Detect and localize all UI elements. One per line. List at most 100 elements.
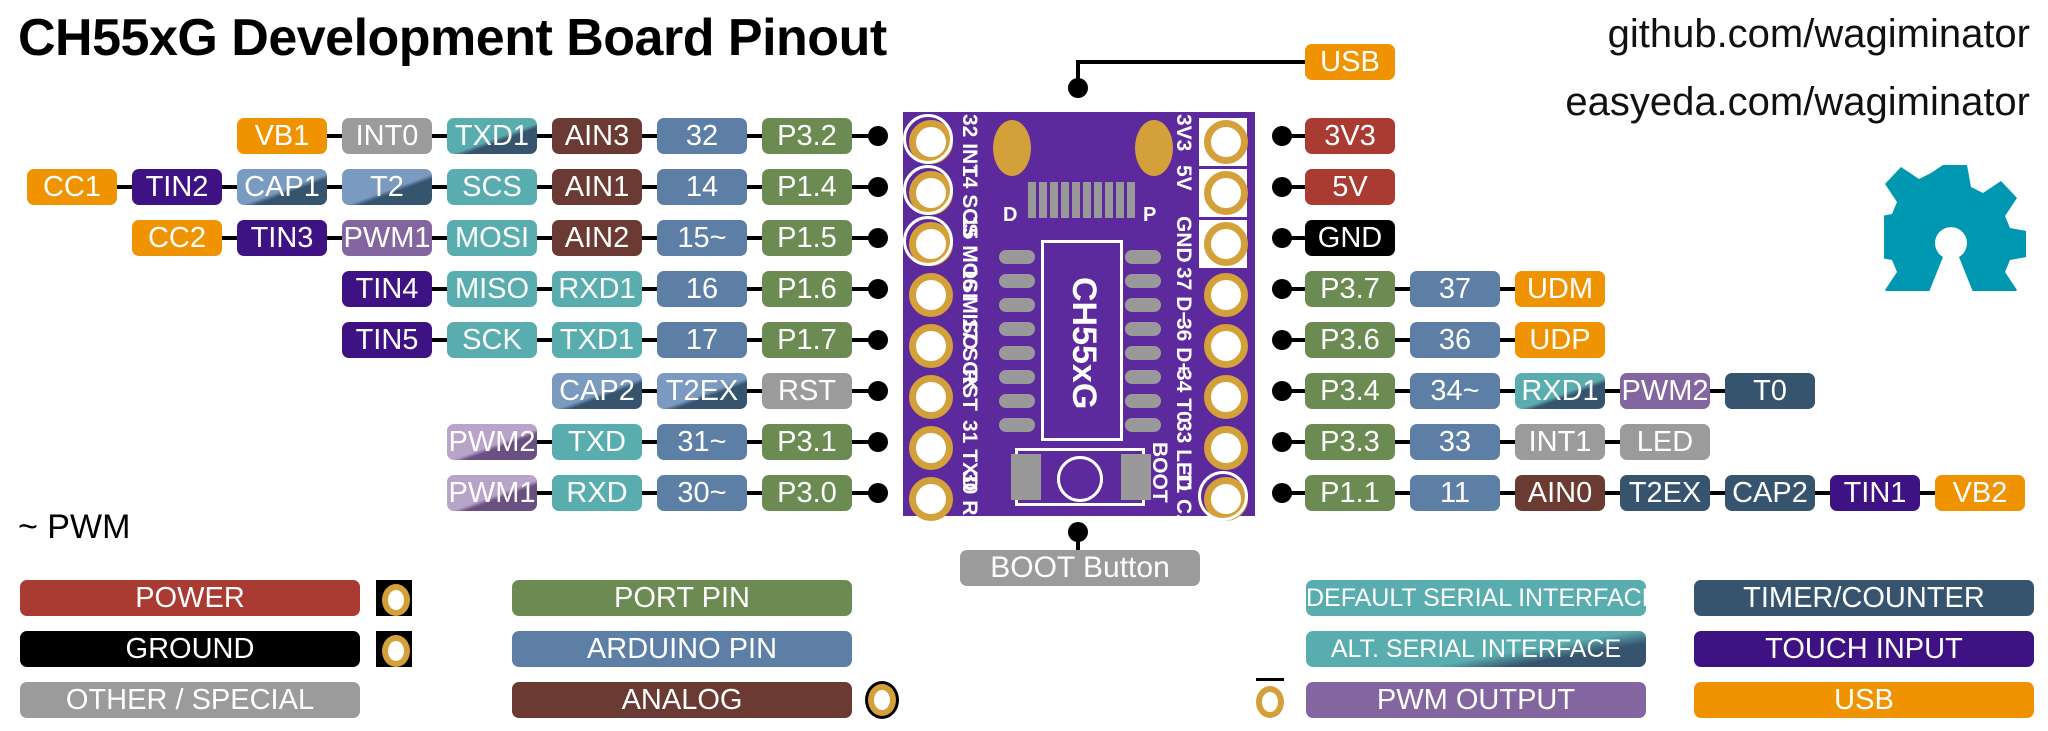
pin-label: TXD1 bbox=[552, 322, 642, 358]
legend-ground: GROUND bbox=[20, 631, 360, 667]
pad-left-6 bbox=[909, 426, 953, 470]
pin-label: 11 bbox=[1410, 475, 1500, 511]
page-title: CH55xG Development Board Pinout bbox=[18, 9, 887, 67]
chip-leg-left bbox=[999, 274, 1035, 288]
pin-label: CC1 bbox=[27, 169, 117, 205]
left-dot-3 bbox=[868, 279, 888, 299]
pin-label: PWM2 bbox=[447, 424, 537, 460]
pin-label: TIN4 bbox=[342, 271, 432, 307]
pad-ring-right-7 bbox=[1198, 471, 1248, 521]
pad-right-0 bbox=[1204, 120, 1248, 164]
silk-right-label: 36 D+ bbox=[1172, 318, 1195, 375]
silk-right-label: 37 D− bbox=[1172, 267, 1195, 324]
left-dot-5 bbox=[868, 381, 888, 401]
silk-left-label: RST bbox=[958, 369, 981, 411]
legend-touch-input: TOUCH INPUT bbox=[1694, 631, 2034, 667]
pin-label: CAP1 bbox=[237, 169, 327, 205]
left-dot-0 bbox=[868, 126, 888, 146]
chip-leg-left bbox=[999, 394, 1035, 408]
pin-label: CC2 bbox=[132, 220, 222, 256]
pad-left-7 bbox=[909, 477, 953, 521]
boot-button-label: BOOT Button bbox=[960, 550, 1200, 586]
usb-pins bbox=[1028, 182, 1138, 218]
right-dot-4 bbox=[1272, 330, 1292, 350]
pin-label: 16 bbox=[657, 271, 747, 307]
boot-button-circle bbox=[1057, 456, 1103, 502]
chip-leg-right bbox=[1125, 322, 1161, 336]
right-dot-2 bbox=[1272, 228, 1292, 248]
pin-label: MISO bbox=[447, 271, 537, 307]
legend-overline-mark bbox=[1256, 678, 1284, 681]
left-dot-7 bbox=[868, 483, 888, 503]
legend-analog: ANALOG bbox=[512, 682, 852, 718]
pin-label: UDM bbox=[1515, 271, 1605, 307]
pad-right-4 bbox=[1204, 324, 1248, 368]
pin-label: SCS bbox=[447, 169, 537, 205]
pin-label: 14 bbox=[657, 169, 747, 205]
legend-port-pin: PORT PIN bbox=[512, 580, 852, 616]
chip-leg-right bbox=[1125, 298, 1161, 312]
pin-label: PWM1 bbox=[342, 220, 432, 256]
pin-label: TXD bbox=[552, 424, 642, 460]
boot-dot bbox=[1068, 522, 1088, 542]
easyeda-link[interactable]: easyeda.com/wagiminator bbox=[1565, 80, 2030, 125]
pin-label: GND bbox=[1305, 220, 1395, 256]
chip-leg-left bbox=[999, 298, 1035, 312]
pad-ring-left-1 bbox=[903, 165, 953, 215]
legend-arduino-pin: ARDUINO PIN bbox=[512, 631, 852, 667]
pad-ring-left-0 bbox=[903, 114, 953, 164]
board: 32 INT 3V3 14 SCS 5V 15 MOSI GND 16 MISO 37 D− 1… bbox=[903, 112, 1255, 545]
pin-label: TIN5 bbox=[342, 322, 432, 358]
silk-right-label: 5V bbox=[1172, 165, 1195, 191]
pin-label: VB2 bbox=[1935, 475, 2025, 511]
pin-label: P1.5 bbox=[762, 220, 852, 256]
pin-label: TIN3 bbox=[237, 220, 327, 256]
pin-label: 32 bbox=[657, 118, 747, 154]
pin-label: P1.1 bbox=[1305, 475, 1395, 511]
legend-alt-serial-interface: ALT. SERIAL INTERFACE bbox=[1306, 631, 1646, 667]
chip-leg-left bbox=[999, 418, 1035, 432]
pin-label: AIN2 bbox=[552, 220, 642, 256]
pin-label: MOSI bbox=[447, 220, 537, 256]
silk-d: D bbox=[1003, 204, 1018, 226]
legend-default-serial-interface: DEFAULT SERIAL INTERFACE bbox=[1306, 580, 1646, 616]
boot-pad-left bbox=[1011, 454, 1041, 500]
right-dot-0 bbox=[1272, 126, 1292, 146]
right-dot-3 bbox=[1272, 279, 1292, 299]
usb-label: USB bbox=[1305, 44, 1395, 80]
pin-label: AIN3 bbox=[552, 118, 642, 154]
pin-label: AIN0 bbox=[1515, 475, 1605, 511]
chip-leg-right bbox=[1125, 370, 1161, 384]
usb-shell-pad-right bbox=[1135, 120, 1173, 176]
pad-left-3 bbox=[909, 273, 953, 317]
pin-label: RXD1 bbox=[552, 271, 642, 307]
pin-label: 5V bbox=[1305, 169, 1395, 205]
pin-label: T2EX bbox=[1620, 475, 1710, 511]
pin-label: 15~ bbox=[657, 220, 747, 256]
pin-label: 31~ bbox=[657, 424, 747, 460]
legend-pwm-output: PWM OUTPUT bbox=[1306, 682, 1646, 718]
right-dot-1 bbox=[1272, 177, 1292, 197]
legend-timer-counter: TIMER/COUNTER bbox=[1694, 580, 2034, 616]
silk-left-label: 30 RXD bbox=[958, 471, 981, 545]
pin-label: 34~ bbox=[1410, 373, 1500, 409]
chip-leg-right bbox=[1125, 274, 1161, 288]
pin-label: UDP bbox=[1515, 322, 1605, 358]
pin-label: CAP2 bbox=[552, 373, 642, 409]
pin-label: INT0 bbox=[342, 118, 432, 154]
usb-shell-pad-left bbox=[993, 120, 1031, 176]
pad-right-6 bbox=[1204, 426, 1248, 470]
pin-label: P3.7 bbox=[1305, 271, 1395, 307]
chip-leg-right bbox=[1125, 394, 1161, 408]
pad-left-4 bbox=[909, 324, 953, 368]
chip-leg-right bbox=[1125, 250, 1161, 264]
github-link[interactable]: github.com/wagiminator bbox=[1608, 12, 2030, 57]
chip-leg-right bbox=[1125, 418, 1161, 432]
pin-label: 33 bbox=[1410, 424, 1500, 460]
chip-label: CH55xG bbox=[1065, 277, 1103, 410]
pin-label: 30~ bbox=[657, 475, 747, 511]
pin-label: P3.1 bbox=[762, 424, 852, 460]
pin-label: P1.7 bbox=[762, 322, 852, 358]
pin-label: P1.4 bbox=[762, 169, 852, 205]
pin-label: TIN2 bbox=[132, 169, 222, 205]
